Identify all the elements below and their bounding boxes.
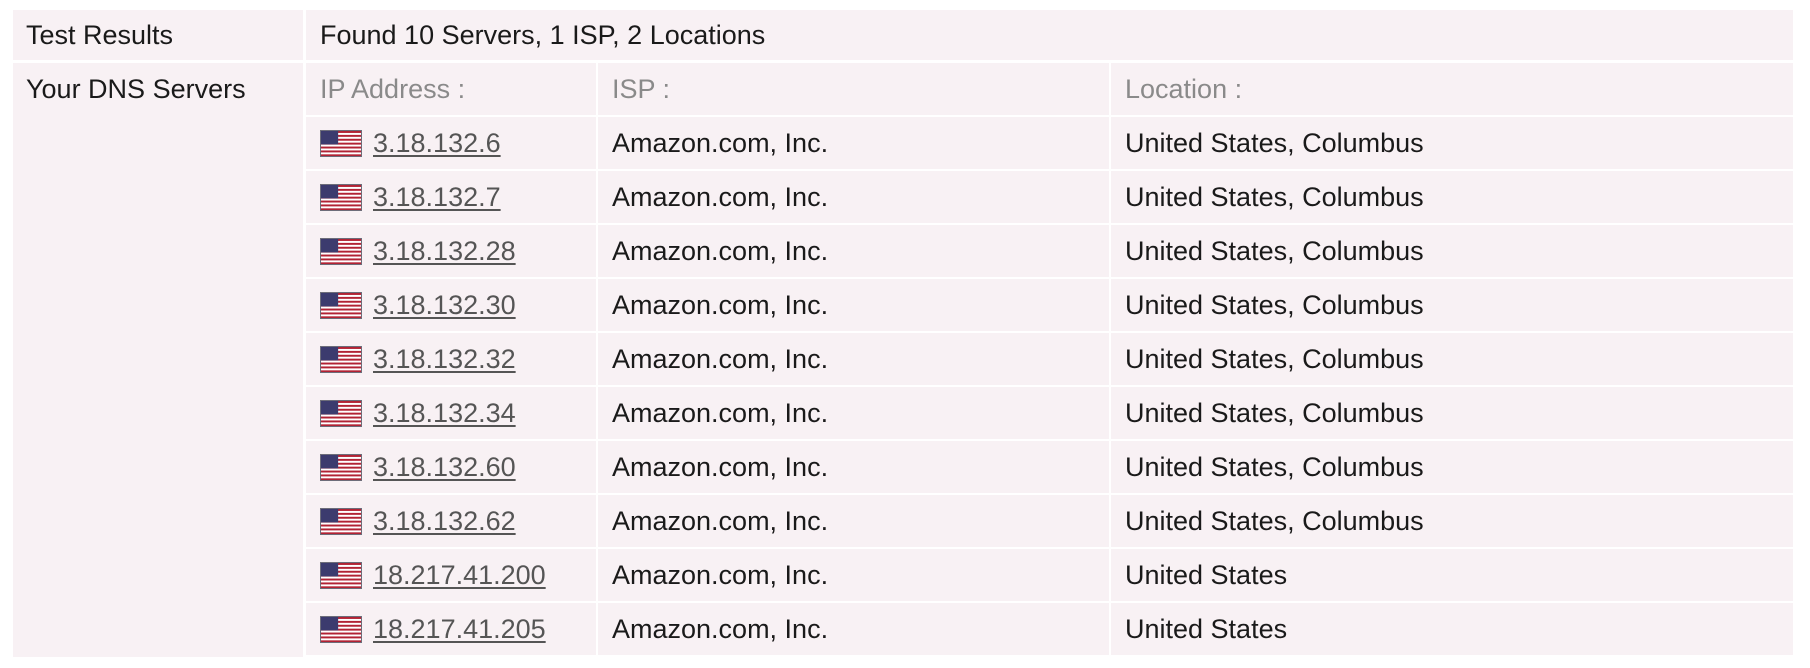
isp-cell: Amazon.com, Inc. (598, 333, 1109, 385)
ip-cell: 3.18.132.7 (306, 171, 596, 223)
ip-address-link[interactable]: 3.18.132.30 (373, 290, 516, 320)
us-flag-icon (320, 454, 362, 481)
isp-cell: Amazon.com, Inc. (598, 117, 1109, 169)
table-row: 3.18.132.28 Amazon.com, Inc. United Stat… (306, 225, 1793, 277)
isp-cell: Amazon.com, Inc. (598, 279, 1109, 331)
test-results-label: Test Results (13, 10, 303, 60)
test-results-summary: Found 10 Servers, 1 ISP, 2 Locations (306, 10, 1793, 60)
ip-address-link[interactable]: 3.18.132.7 (373, 182, 501, 212)
location-cell: United States (1111, 603, 1793, 655)
location-cell: United States, Columbus (1111, 333, 1793, 385)
table-row: 3.18.132.34 Amazon.com, Inc. United Stat… (306, 387, 1793, 439)
ip-cell: 3.18.132.28 (306, 225, 596, 277)
us-flag-icon (320, 562, 362, 589)
ip-cell: 18.217.41.200 (306, 549, 596, 601)
ip-address-link[interactable]: 3.18.132.60 (373, 452, 516, 482)
ip-address-link[interactable]: 3.18.132.62 (373, 506, 516, 536)
ip-address-link[interactable]: 3.18.132.34 (373, 398, 516, 428)
ip-address-link[interactable]: 18.217.41.200 (373, 560, 546, 590)
table-row: 3.18.132.6 Amazon.com, Inc. United State… (306, 117, 1793, 169)
isp-cell: Amazon.com, Inc. (598, 603, 1109, 655)
us-flag-icon (320, 400, 362, 427)
isp-cell: Amazon.com, Inc. (598, 225, 1109, 277)
dns-servers-table: IP Address : ISP : Location : 3.18.132.6… (306, 63, 1793, 657)
isp-cell: Amazon.com, Inc. (598, 387, 1109, 439)
us-flag-icon (320, 616, 362, 643)
us-flag-icon (320, 292, 362, 319)
test-results-row: Test Results Found 10 Servers, 1 ISP, 2 … (13, 10, 1793, 63)
isp-cell: Amazon.com, Inc. (598, 495, 1109, 547)
table-row: 3.18.132.60 Amazon.com, Inc. United Stat… (306, 441, 1793, 493)
dns-servers-section: Your DNS Servers IP Address : ISP : Loca… (13, 63, 1793, 657)
ip-cell: 3.18.132.60 (306, 441, 596, 493)
ip-cell: 3.18.132.6 (306, 117, 596, 169)
us-flag-icon (320, 346, 362, 373)
ip-cell: 3.18.132.62 (306, 495, 596, 547)
us-flag-icon (320, 508, 362, 535)
isp-cell: Amazon.com, Inc. (598, 441, 1109, 493)
ip-address-link[interactable]: 3.18.132.6 (373, 128, 501, 158)
table-row: 3.18.132.62 Amazon.com, Inc. United Stat… (306, 495, 1793, 547)
ip-address-link[interactable]: 3.18.132.32 (373, 344, 516, 374)
table-header-row: IP Address : ISP : Location : (306, 63, 1793, 115)
isp-cell: Amazon.com, Inc. (598, 171, 1109, 223)
ip-address-link[interactable]: 18.217.41.205 (373, 614, 546, 644)
us-flag-icon (320, 130, 362, 157)
location-cell: United States (1111, 549, 1793, 601)
ip-address-link[interactable]: 3.18.132.28 (373, 236, 516, 266)
table-row: 3.18.132.30 Amazon.com, Inc. United Stat… (306, 279, 1793, 331)
location-cell: United States, Columbus (1111, 279, 1793, 331)
location-cell: United States, Columbus (1111, 441, 1793, 493)
table-row: 18.217.41.200 Amazon.com, Inc. United St… (306, 549, 1793, 601)
ip-cell: 3.18.132.34 (306, 387, 596, 439)
us-flag-icon (320, 238, 362, 265)
isp-cell: Amazon.com, Inc. (598, 549, 1109, 601)
table-row: 3.18.132.7 Amazon.com, Inc. United State… (306, 171, 1793, 223)
us-flag-icon (320, 184, 362, 211)
ip-cell: 18.217.41.205 (306, 603, 596, 655)
dns-servers-label: Your DNS Servers (13, 63, 303, 657)
location-cell: United States, Columbus (1111, 495, 1793, 547)
location-header: Location : (1111, 63, 1793, 115)
table-row: 18.217.41.205 Amazon.com, Inc. United St… (306, 603, 1793, 655)
ip-cell: 3.18.132.30 (306, 279, 596, 331)
location-cell: United States, Columbus (1111, 117, 1793, 169)
ip-address-header: IP Address : (306, 63, 596, 115)
ip-cell: 3.18.132.32 (306, 333, 596, 385)
table-row: 3.18.132.32 Amazon.com, Inc. United Stat… (306, 333, 1793, 385)
location-cell: United States, Columbus (1111, 171, 1793, 223)
location-cell: United States, Columbus (1111, 225, 1793, 277)
dns-test-results: Test Results Found 10 Servers, 1 ISP, 2 … (13, 10, 1793, 657)
isp-header: ISP : (598, 63, 1109, 115)
location-cell: United States, Columbus (1111, 387, 1793, 439)
